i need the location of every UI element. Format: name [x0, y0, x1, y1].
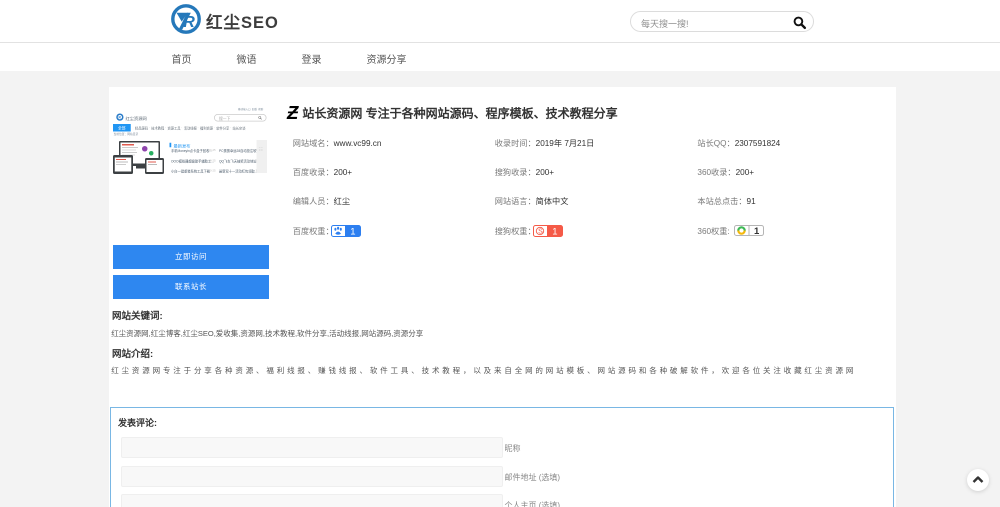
svg-text:1: 1	[754, 226, 760, 236]
svg-text:1: 1	[552, 226, 557, 236]
svg-text:S: S	[538, 228, 543, 235]
svg-text:1: 1	[350, 226, 355, 236]
svg-text:R: R	[183, 14, 195, 31]
